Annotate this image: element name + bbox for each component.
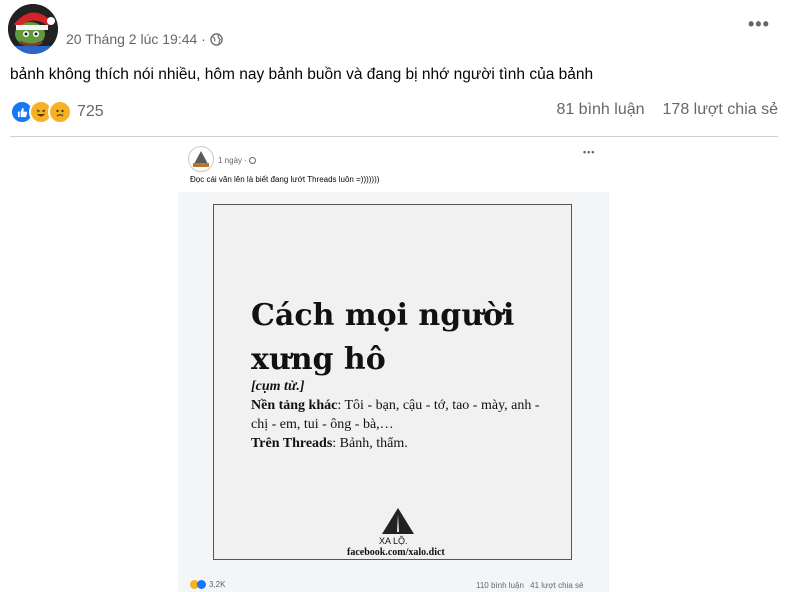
definition-threads: Trên Threads: Bảnh, thẩm.	[251, 436, 408, 451]
logo-text: XA LỘ.	[379, 536, 408, 546]
shared-post-stats: 110 bình luận 41 lượt chia sẻ	[476, 581, 583, 590]
shared-post-text: Đọc cái văn lên là biết đang lướt Thread…	[190, 175, 380, 184]
shared-post-time[interactable]: 1 ngày ·	[218, 156, 257, 165]
sad-icon	[48, 100, 72, 124]
comments-count[interactable]: 81 bình luận	[556, 101, 644, 119]
shared-comments-count[interactable]: 110 bình luận	[476, 581, 524, 590]
dictionary-source: facebook.com/xalo.dict	[347, 547, 445, 558]
reactions-summary[interactable]: 725	[10, 100, 104, 124]
post-text: bảnh không thích nói nhiều, hôm nay bảnh…	[10, 66, 594, 83]
post-timestamp[interactable]: 20 Tháng 2 lúc 19:44 ·	[66, 31, 223, 47]
part-of-speech: [cụm từ.]	[251, 379, 305, 394]
road-logo-icon	[378, 508, 418, 536]
shared-more-icon[interactable]: •••	[583, 147, 595, 157]
like-icon	[197, 580, 206, 589]
more-icon[interactable]: •••	[748, 14, 770, 35]
globe-icon	[210, 33, 223, 46]
avatar[interactable]	[8, 4, 58, 54]
shared-reactions[interactable]: 3,2K	[190, 580, 225, 589]
dictionary-title: Cách mọi người xưng hô	[251, 298, 515, 377]
shared-shares-count[interactable]: 41 lượt chia sẻ	[530, 581, 583, 590]
dictionary-body: [cụm từ.] Nền tảng khác: Tôi - bạn, cậu …	[251, 377, 551, 453]
reaction-count[interactable]: 725	[77, 103, 104, 121]
shared-post-header	[178, 140, 609, 192]
shared-reaction-count[interactable]: 3,2K	[209, 580, 225, 589]
definition-other: Nền tảng khác: Tôi - bạn, cậu - tớ, tao …	[251, 398, 540, 432]
globe-icon	[249, 157, 257, 164]
divider	[10, 136, 778, 137]
shares-count[interactable]: 178 lượt chia sẻ	[663, 101, 778, 119]
shared-avatar[interactable]	[188, 146, 214, 172]
post-stats: 81 bình luận 178 lượt chia sẻ	[556, 101, 778, 119]
